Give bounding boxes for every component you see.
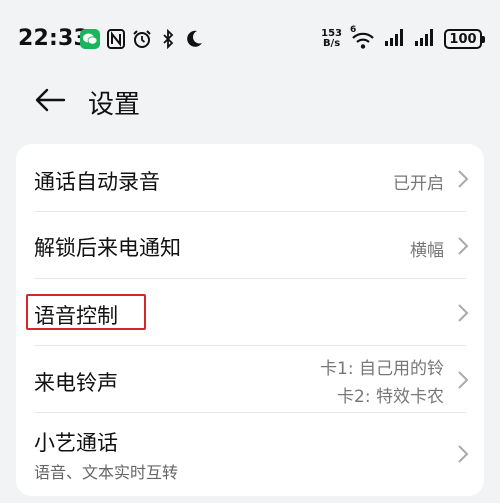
moon-icon xyxy=(184,29,204,49)
battery-icon: 100 xyxy=(444,29,485,49)
net-speed: 153 B/s xyxy=(321,29,342,49)
setting-subtitle: 语音、文本实时互转 xyxy=(34,463,179,482)
status-icons-left xyxy=(80,28,204,50)
chevron-right-icon xyxy=(456,168,470,190)
wifi-icon: 6 xyxy=(350,25,376,50)
setting-title: 小艺通话 xyxy=(34,431,118,455)
setting-value-line1: 卡1: 自己用的铃 xyxy=(320,359,444,379)
settings-card: 通话自动录音 已开启 解锁后来电通知 横幅 语音控制 来电铃声 卡1: 自己用的… xyxy=(16,144,484,496)
nfc-icon xyxy=(106,29,126,49)
chevron-right-icon xyxy=(456,369,470,391)
alarm-icon xyxy=(132,29,152,49)
chevron-right-icon xyxy=(456,443,470,465)
back-arrow-icon[interactable] xyxy=(34,86,66,114)
header: 设置 xyxy=(0,74,500,130)
chevron-right-icon xyxy=(456,302,470,324)
status-bar: 22:33 153 B/s 6 100 xyxy=(0,0,500,74)
setting-row-xiaoyi-call[interactable]: 小艺通话 语音、文本实时互转 xyxy=(16,413,484,496)
setting-title: 来电铃声 xyxy=(34,371,118,395)
net-speed-unit: B/s xyxy=(322,38,341,49)
wechat-icon xyxy=(80,29,100,49)
setting-title: 通话自动录音 xyxy=(34,170,160,194)
chevron-right-icon xyxy=(456,235,470,257)
wifi-label: 6 xyxy=(350,25,357,35)
battery-level: 100 xyxy=(449,31,477,47)
setting-title: 解锁后来电通知 xyxy=(34,236,181,260)
setting-value-line2: 卡2: 特效卡农 xyxy=(337,387,444,407)
status-icons-right: 153 B/s 6 100 xyxy=(321,25,485,51)
page-title: 设置 xyxy=(88,90,141,120)
signal-icon-2 xyxy=(414,27,436,51)
setting-value: 横幅 xyxy=(410,241,444,261)
setting-row-call-recording[interactable]: 通话自动录音 已开启 xyxy=(16,144,484,212)
status-time: 22:33 xyxy=(18,26,90,51)
signal-icon-1 xyxy=(384,27,406,51)
bluetooth-icon xyxy=(158,29,178,49)
setting-row-ringtone[interactable]: 来电铃声 卡1: 自己用的铃 卡2: 特效卡农 xyxy=(16,346,484,413)
setting-row-unlock-notify[interactable]: 解锁后来电通知 横幅 xyxy=(16,212,484,279)
highlight-box xyxy=(26,294,146,330)
setting-value: 已开启 xyxy=(393,174,444,194)
